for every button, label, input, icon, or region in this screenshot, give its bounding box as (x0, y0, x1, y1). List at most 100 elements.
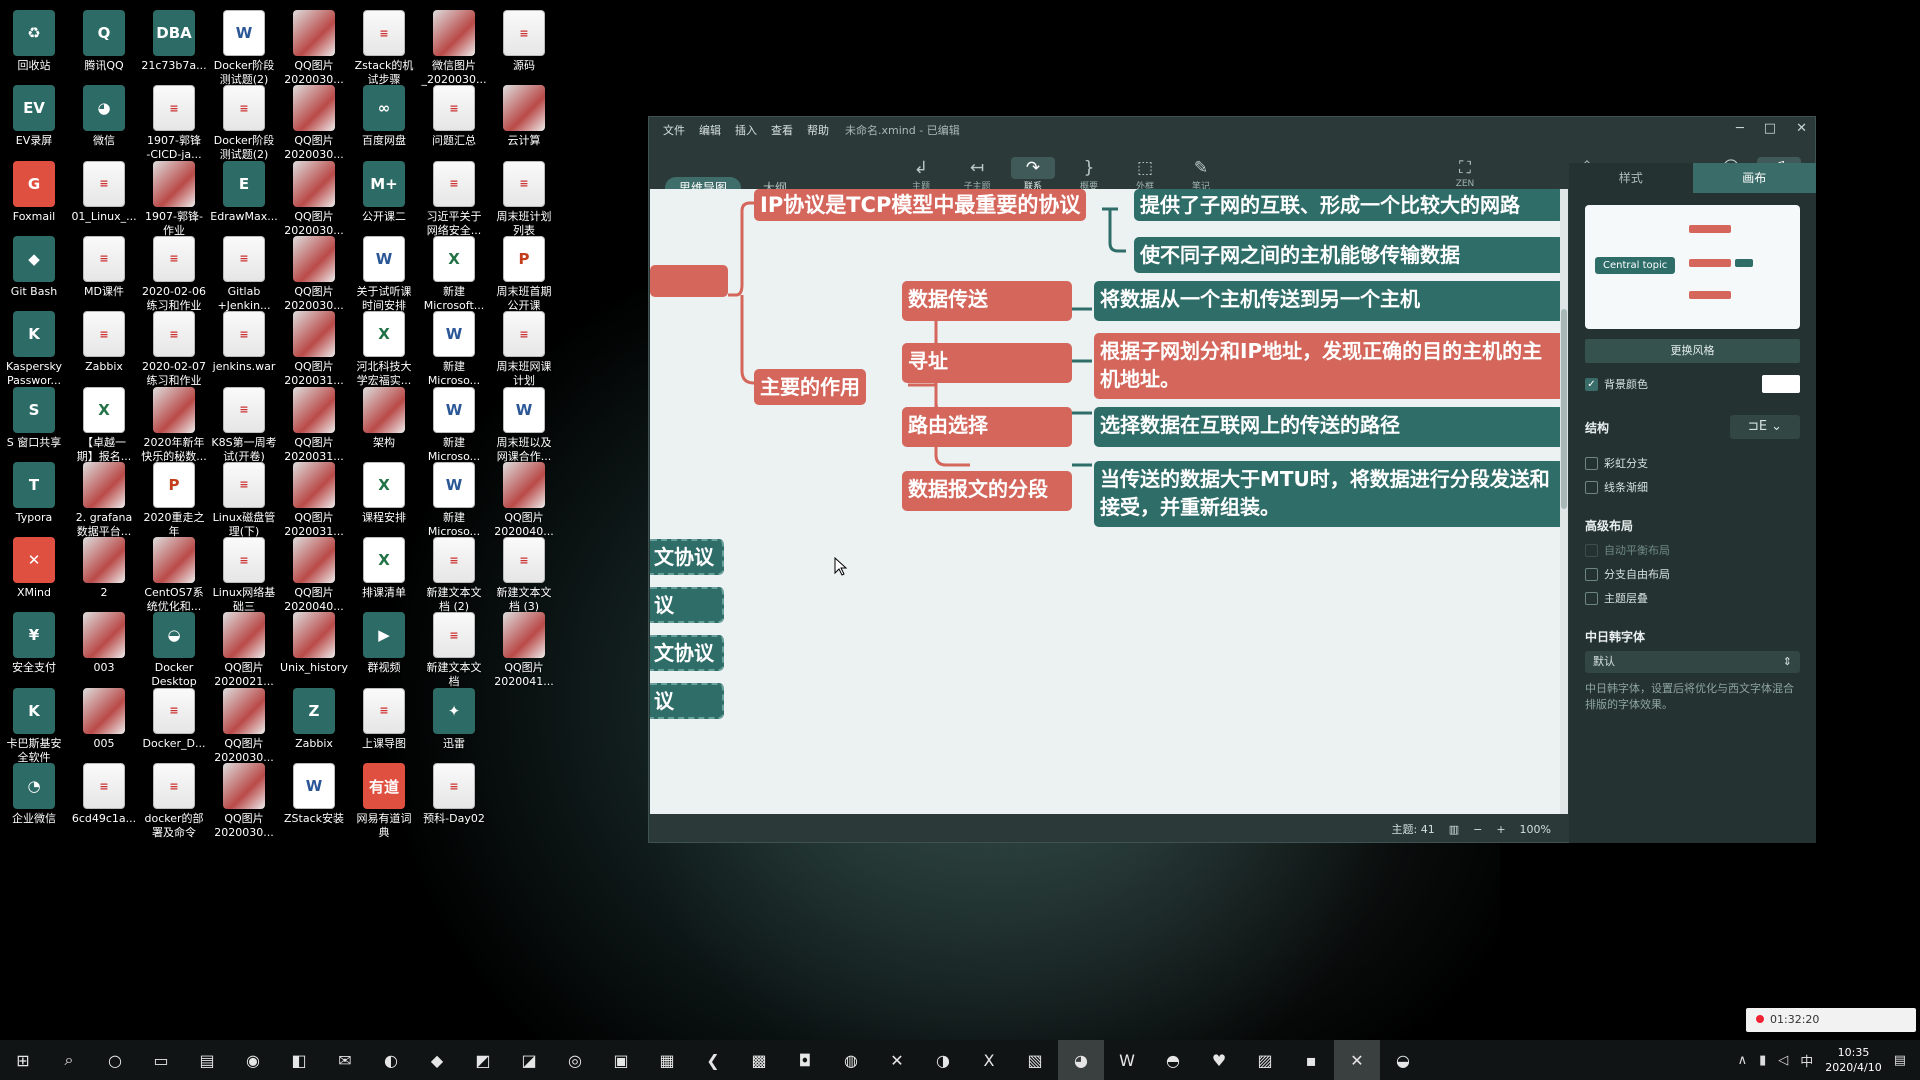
desktop-icon[interactable]: 1907-郭锋- 作业 (139, 157, 209, 238)
start-icon[interactable]: ⊞ (0, 1040, 46, 1080)
desktop-icon[interactable]: ≡ 新建文本文 档 (3) (489, 533, 559, 614)
desktop-icon[interactable]: ≡ 问题汇总 (419, 81, 489, 148)
xmind-task-icon[interactable]: ✕ (874, 1040, 920, 1080)
desktop-icon[interactable]: ≡ Linux磁盘管 理(下) (209, 458, 279, 539)
cortana-icon[interactable]: ○ (92, 1040, 138, 1080)
datagrip-icon[interactable]: ◩ (460, 1040, 506, 1080)
word-task-icon[interactable]: W (1104, 1040, 1150, 1080)
desktop-icon[interactable]: 2020年新年 快乐的秘数... (139, 383, 209, 464)
desktop-icon[interactable]: 架构 (349, 383, 419, 450)
desktop-icon[interactable]: W 新建 Microso... (419, 307, 489, 388)
desktop-icon[interactable]: ≡ Linux网络基 础三 (209, 533, 279, 614)
desktop-icon[interactable]: W ZStack安装 (279, 759, 349, 826)
network-icon[interactable]: ▮ (1759, 1053, 1766, 1068)
app-icon[interactable]: ◆ (414, 1040, 460, 1080)
desktop-icon[interactable]: DBA 21c73b7a... (139, 6, 209, 73)
desktop-icon[interactable]: Z Zabbix (279, 684, 349, 751)
desktop-icon[interactable]: ≡ 2020-02-06 练习和作业 (139, 232, 209, 313)
topic-overlap-checkbox[interactable] (1585, 591, 1598, 605)
desktop-icon[interactable]: X 河北科技大 学宏福实... (349, 307, 419, 388)
detail-data-transfer[interactable]: 将数据从一个主机传送到另一个主机 (1094, 281, 1560, 321)
desktop-icon[interactable]: ≡ 周末班网课 计划 (489, 307, 559, 388)
desktop-icon[interactable]: 2. grafana 数据平台... (69, 458, 139, 539)
structure-dropdown[interactable]: ⊐E ⌄ (1730, 415, 1800, 439)
bg-color-checkbox[interactable]: ✓ (1585, 377, 1598, 391)
goland-icon[interactable]: ◎ (552, 1040, 598, 1080)
mindmap-canvas[interactable]: IP协议是TCP模型中最重要的协议 提供了子网的互联、形成一个比较大的网路 使不… (650, 189, 1560, 814)
desktop-icon[interactable]: ◔ 企业微信 (0, 759, 69, 826)
desktop-icon[interactable]: ≡ docker的部 署及命令 (139, 759, 209, 840)
app5-icon[interactable]: ◑ (920, 1040, 966, 1080)
photoshop-icon[interactable]: ▦ (644, 1040, 690, 1080)
ip-protocol-branch[interactable]: IP协议是TCP模型中最重要的协议 (754, 189, 1087, 221)
xmind-active-icon[interactable]: ✕ (1334, 1040, 1380, 1080)
wechat-task-icon[interactable]: ◕ (1058, 1040, 1104, 1080)
desktop-icon[interactable]: M+ 公开课二 (349, 157, 419, 224)
topic-button[interactable]: ↲ 主题 (899, 157, 943, 192)
rainbow-branch-checkbox[interactable] (1585, 456, 1598, 470)
desktop-icon[interactable]: ∞ 百度网盘 (349, 81, 419, 148)
desktop-icon[interactable]: ≡ 上课导图 (349, 684, 419, 751)
function-fragmentation[interactable]: 数据报文的分段 (902, 471, 1072, 511)
desktop-icon[interactable]: ◕ 微信 (69, 81, 139, 148)
function-addressing[interactable]: 寻址 (902, 343, 1072, 383)
desktop-icon[interactable]: QQ图片 2020031... (279, 383, 349, 464)
cjk-font-select[interactable]: 默认 ⇕ (1585, 651, 1800, 673)
desktop-icon[interactable]: ▶ 群视频 (349, 608, 419, 675)
summary-button[interactable]: } 概要 (1067, 157, 1111, 192)
note-button[interactable]: ✎ 笔记 (1179, 157, 1223, 192)
zoom-out-icon[interactable]: − (1473, 823, 1482, 836)
desktop-icon[interactable]: ≡ Docker阶段 测试题(2) (209, 81, 279, 162)
detail-host-transfer[interactable]: 使不同子网之间的主机能够传输数据 (1134, 237, 1560, 273)
desktop-icon[interactable]: QQ图片 2020021... (209, 608, 279, 689)
desktop-icon[interactable]: QQ图片 2020031... (279, 307, 349, 388)
desktop-icon[interactable]: ✦ 迅雷 (419, 684, 489, 751)
store-icon[interactable]: ◧ (276, 1040, 322, 1080)
app9-icon[interactable]: ▪ (1288, 1040, 1334, 1080)
browser-icon[interactable]: ◐ (368, 1040, 414, 1080)
app10-icon[interactable]: ◒ (1380, 1040, 1426, 1080)
minimize-button[interactable]: ─ (1736, 121, 1744, 136)
desktop-icon[interactable]: QQ图片 2020031... (279, 458, 349, 539)
desktop-icon[interactable]: ≡ K8S第一周考 试(开卷) (209, 383, 279, 464)
desktop-icon[interactable]: G Foxmail (0, 157, 69, 224)
desktop-icon[interactable]: 2 (69, 533, 139, 600)
desktop-icon[interactable]: X 【卓越一 期】报名... (69, 383, 139, 464)
boundary-button[interactable]: ⬚ 外框 (1123, 157, 1167, 192)
partial-node-2[interactable]: 议 (650, 587, 724, 623)
desktop-icon[interactable]: W 周末班以及 网课合作... (489, 383, 559, 464)
close-button[interactable]: ✕ (1796, 121, 1807, 136)
desktop-icon[interactable]: 005 (69, 684, 139, 751)
app3-icon[interactable]: ▩ (736, 1040, 782, 1080)
desktop-icon[interactable]: K 卡巴斯基安 全软件 (0, 684, 69, 765)
desktop-icon[interactable]: W Docker阶段 测试题(2) (209, 6, 279, 87)
app4-icon[interactable]: ◍ (828, 1040, 874, 1080)
desktop-icon[interactable]: QQ图片 2020041... (489, 608, 559, 689)
desktop-icon[interactable]: ✕ XMind (0, 533, 69, 600)
relationship-button[interactable]: ↷ 联系 (1011, 157, 1055, 192)
volume-icon[interactable]: ◁ (1778, 1053, 1788, 1068)
desktop-icon[interactable]: X 排课清单 (349, 533, 419, 600)
detail-subnet-interconnect[interactable]: 提供了子网的互联、形成一个比较大的网路 (1134, 189, 1560, 221)
camera-icon[interactable]: ◘ (782, 1040, 828, 1080)
partial-node-4[interactable]: 议 (650, 683, 724, 719)
desktop-icon[interactable]: ≡ 01_Linux_... (69, 157, 139, 224)
desktop-icon[interactable]: K Kaspersky Passwor... (0, 307, 69, 388)
desktop-icon[interactable]: QQ图片 2020040... (279, 533, 349, 614)
change-style-button[interactable]: 更换风格 (1585, 339, 1800, 363)
desktop-icon[interactable]: ♻ 回收站 (0, 6, 69, 73)
zoom-in-icon[interactable]: + (1496, 823, 1505, 836)
desktop-icon[interactable]: ≡ 源码 (489, 6, 559, 73)
desktop-icon[interactable]: W 新建 Microso... (419, 383, 489, 464)
maximize-button[interactable]: □ (1764, 121, 1776, 136)
app6-icon[interactable]: ▧ (1012, 1040, 1058, 1080)
desktop-icon[interactable]: ≡ 2020-02-07 练习和作业 (139, 307, 209, 388)
desktop-icon[interactable]: W 关于试听课 时间安排 (349, 232, 419, 313)
desktop-icon[interactable]: ≡ jenkins.war (209, 307, 279, 374)
desktop-icon[interactable]: QQ图片 2020030... (279, 232, 349, 313)
desktop-icon[interactable]: ≡ Zstack的机 试步骤 (349, 6, 419, 87)
excel-task-icon[interactable]: X (966, 1040, 1012, 1080)
desktop-icon[interactable]: ≡ 预科-Day02 (419, 759, 489, 826)
desktop-icon[interactable]: S S 窗口共享 (0, 383, 69, 450)
desktop-icon[interactable]: CentOS7系 统优化和... (139, 533, 209, 614)
